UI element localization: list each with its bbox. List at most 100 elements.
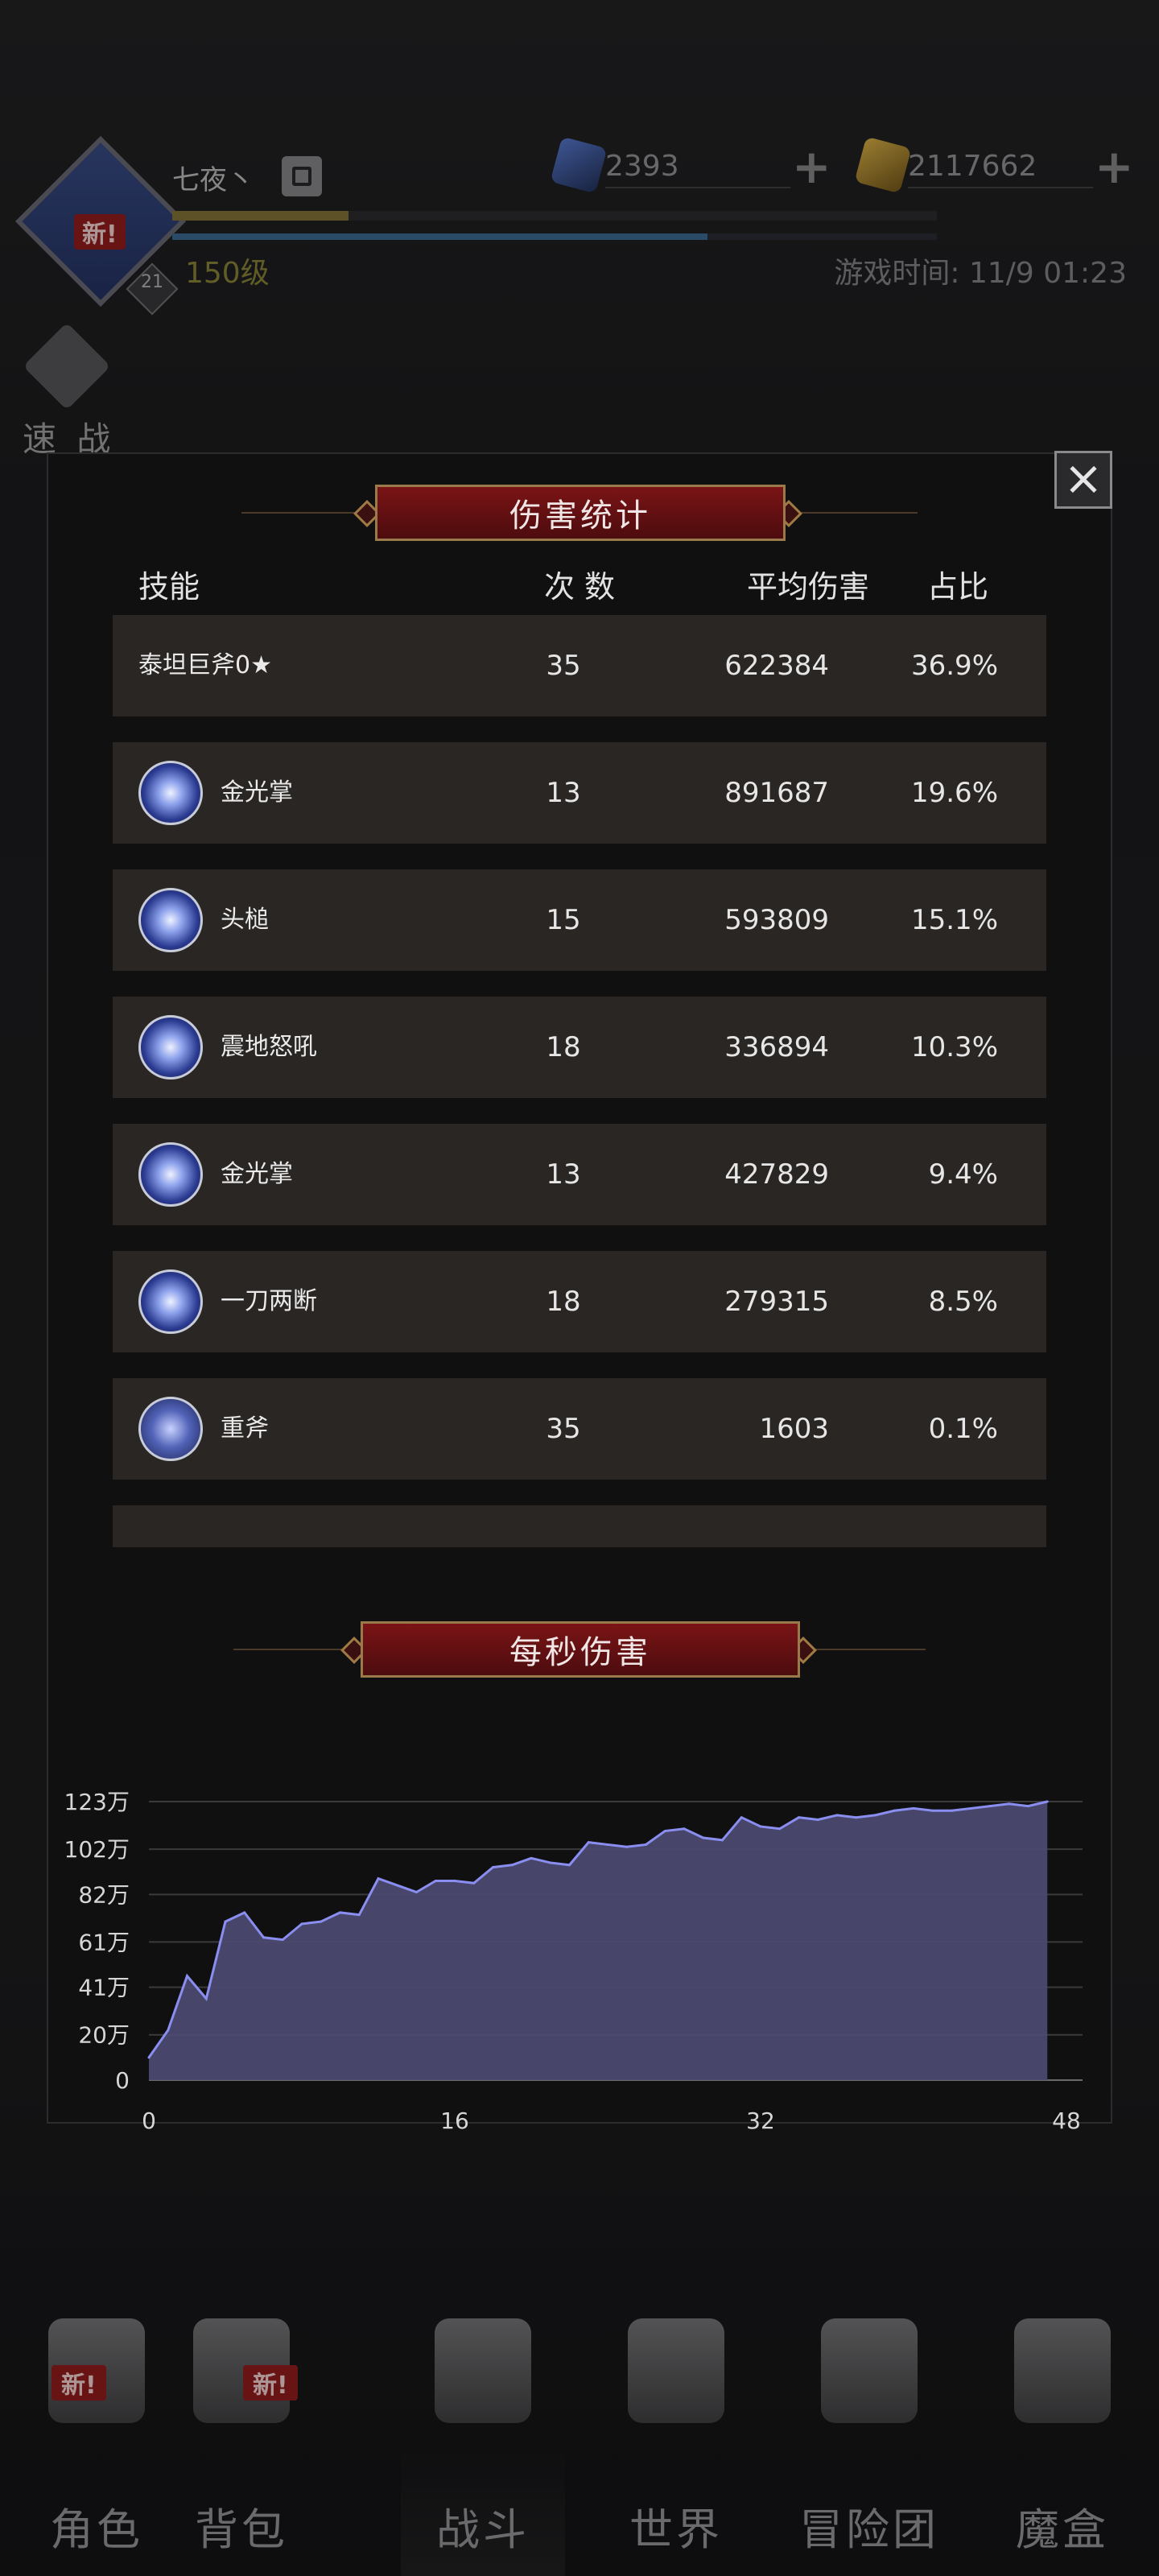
table-row[interactable]: 金光掌 13 891687 19.6% xyxy=(113,742,1046,844)
dps-point xyxy=(969,1806,972,1810)
dps-point xyxy=(396,1884,399,1887)
dps-point xyxy=(510,1864,514,1867)
dps-point xyxy=(988,1805,992,1808)
dps-point xyxy=(606,1843,609,1846)
dps-point xyxy=(855,1816,858,1819)
y-tick-label: 82万 xyxy=(78,1881,130,1908)
skill-count: 18 xyxy=(546,1286,581,1318)
skill-name: 金光掌 xyxy=(221,778,293,807)
dps-point xyxy=(702,1836,705,1839)
roar-skill-icon xyxy=(138,1015,203,1080)
skill-name: 泰坦巨斧0★ xyxy=(138,651,272,679)
dps-point xyxy=(835,1814,839,1817)
dps-point xyxy=(951,1809,953,1812)
dps-point xyxy=(587,1841,590,1844)
skill-percentage: 10.3% xyxy=(910,1031,998,1063)
dps-point xyxy=(186,1975,188,1978)
dps-point xyxy=(147,2056,151,2059)
skill-avg-damage: 1603 xyxy=(759,1413,829,1445)
table-row[interactable]: 金光掌 13 427829 9.4% xyxy=(113,1124,1046,1225)
table-row-partial[interactable] xyxy=(113,1505,1046,1547)
skill-name: 震地怒吼 xyxy=(221,1033,317,1061)
table-row[interactable]: 头槌 15 593809 15.1% xyxy=(113,869,1046,971)
dps-point xyxy=(1027,1805,1029,1808)
table-row[interactable]: 泰坦巨斧0★ 35 622384 36.9% xyxy=(113,615,1046,716)
dps-point xyxy=(893,1809,896,1812)
skill-percentage: 8.5% xyxy=(928,1286,998,1318)
y-tick-label: 61万 xyxy=(78,1929,130,1955)
dps-point xyxy=(204,1997,208,2000)
dps-point xyxy=(262,1936,265,1939)
table-row[interactable]: 重斧 35 1603 0.1% xyxy=(113,1378,1046,1480)
dps-point xyxy=(798,1816,800,1819)
dps-point xyxy=(1046,1800,1049,1803)
skill-percentage: 9.4% xyxy=(928,1158,998,1191)
skill-name: 一刀两断 xyxy=(221,1287,317,1315)
table-row[interactable]: 一刀两断 18 279315 8.5% xyxy=(113,1251,1046,1352)
header-percentage: 占比 xyxy=(926,569,988,605)
x-tick-label: 48 xyxy=(1052,2107,1081,2134)
dps-point xyxy=(568,1864,571,1867)
title-line xyxy=(241,512,370,514)
dps-chart: 123万 102万 82万 61万 41万 20万 0 0 16 32 48 xyxy=(64,1789,1083,2134)
title-line xyxy=(789,512,918,514)
skill-percentage: 36.9% xyxy=(910,650,998,682)
claw-skill-icon xyxy=(138,888,203,952)
skill-count: 18 xyxy=(546,1031,581,1063)
y-tick-label: 20万 xyxy=(78,2022,130,2049)
skill-avg-damage: 427829 xyxy=(724,1158,829,1191)
table-row[interactable]: 震地怒吼 18 336894 10.3% xyxy=(113,997,1046,1098)
skill-count: 35 xyxy=(546,1413,581,1445)
dps-point xyxy=(492,1866,494,1869)
dps-point xyxy=(721,1839,724,1842)
dps-point xyxy=(683,1827,686,1831)
close-button[interactable] xyxy=(1054,451,1112,509)
slash-skill-icon xyxy=(138,1269,203,1334)
skill-avg-damage: 622384 xyxy=(724,650,829,682)
burst-skill-icon xyxy=(138,761,203,825)
y-tick-label: 41万 xyxy=(78,1975,130,2001)
dps-point xyxy=(874,1814,876,1817)
dps-point xyxy=(778,1827,782,1831)
skill-percentage: 15.1% xyxy=(910,904,998,936)
header-avg-damage: 平均伤害 xyxy=(746,569,869,605)
dps-point xyxy=(1008,1802,1011,1806)
skill-count: 15 xyxy=(546,904,581,936)
skill-name: 金光掌 xyxy=(221,1160,293,1188)
header-skill: 技能 xyxy=(138,569,200,605)
dps-point xyxy=(549,1861,552,1864)
skill-percentage: 0.1% xyxy=(928,1413,998,1445)
skill-avg-damage: 279315 xyxy=(724,1286,829,1318)
x-tick-label: 16 xyxy=(440,2107,469,2134)
dps-point xyxy=(759,1825,762,1828)
dps-point xyxy=(357,1913,361,1917)
skill-name: 头槌 xyxy=(221,906,269,934)
dps-point xyxy=(931,1809,934,1812)
dps-point xyxy=(453,1879,456,1882)
title-line xyxy=(233,1649,354,1650)
dps-point xyxy=(320,1920,323,1923)
dps-point xyxy=(472,1881,476,1885)
dps-point xyxy=(339,1911,341,1914)
dps-point xyxy=(663,1830,666,1833)
y-tick-label: 102万 xyxy=(64,1836,130,1863)
skill-avg-damage: 336894 xyxy=(724,1031,829,1063)
dps-point xyxy=(224,1920,227,1923)
skill-name: 重斧 xyxy=(221,1414,269,1443)
dps-point xyxy=(740,1816,743,1819)
dps-title: 每秒伤害 xyxy=(361,1621,800,1678)
sword-skill-icon xyxy=(138,1397,203,1461)
dps-point xyxy=(243,1911,246,1914)
dps-point xyxy=(434,1879,437,1882)
header-count: 次 数 xyxy=(543,569,616,605)
dps-point xyxy=(625,1845,629,1848)
burst-skill-icon xyxy=(138,1142,203,1207)
dps-point xyxy=(300,1922,303,1926)
skill-percentage: 19.6% xyxy=(910,777,998,809)
skill-count: 35 xyxy=(546,650,581,682)
dps-point xyxy=(167,2029,170,2032)
skill-count: 13 xyxy=(546,1158,581,1191)
y-tick-label: 123万 xyxy=(64,1789,130,1815)
dps-point xyxy=(415,1891,418,1894)
title-line xyxy=(805,1649,926,1650)
